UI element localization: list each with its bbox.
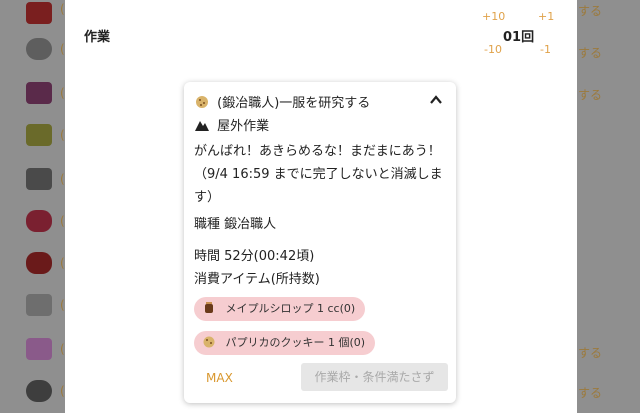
consumed-item-syrup: メイプルシロップ 1 cc(0): [194, 297, 366, 321]
bg-paren: (: [60, 172, 65, 186]
item-icon-helmet: [24, 36, 54, 62]
bg-paren: (: [60, 342, 65, 356]
minus-ten-button[interactable]: -10: [484, 43, 502, 56]
item-icon-plant-pot: [24, 122, 54, 148]
location-row: 屋外作業: [194, 115, 269, 134]
consumed-items-label: 消費アイテム(所持数): [194, 272, 320, 287]
mountain-icon: [195, 121, 209, 131]
bg-paren: (: [60, 86, 65, 100]
location-label: 屋外作業: [217, 119, 270, 134]
bg-paren: (: [60, 298, 65, 312]
task-title: (鍛冶職人)一服を研究する: [217, 96, 371, 111]
panel-title: 作業: [84, 30, 111, 45]
task-title-row: (鍛冶職人)一服を研究する: [194, 92, 370, 111]
item-icon-book: [24, 80, 54, 106]
repeat-count: 01回: [503, 30, 535, 45]
start-work-button[interactable]: 作業枠・条件満たさず: [301, 363, 448, 391]
cookie-icon: [196, 96, 208, 108]
background-right-column: する する する する する: [578, 0, 640, 413]
plus-ten-button[interactable]: +10: [482, 10, 505, 23]
bg-paren: (: [60, 2, 65, 16]
background-item-list: ( ( ( ( ( ( ( ( ( (: [0, 0, 70, 413]
consumed-item-cookie: パプリカのクッキー 1 個(0): [194, 331, 376, 355]
job-type: 職種 鍛冶職人: [194, 217, 277, 232]
item-icon-potion: [24, 208, 54, 234]
item-label: パプリカのクッキー 1 個(0): [225, 336, 366, 349]
bg-paren: (: [60, 256, 65, 270]
bg-paren: (: [60, 42, 65, 56]
item-icon-tomato: [24, 0, 54, 26]
item-label: メイプルシロップ 1 cc(0): [225, 302, 356, 315]
chevron-up-icon[interactable]: [428, 92, 444, 108]
item-icon-ring: [24, 378, 54, 404]
minus-one-button[interactable]: -1: [540, 43, 551, 56]
item-icon-furnace: [24, 166, 54, 192]
item-icon-soap: [24, 336, 54, 362]
bg-right-text: する: [578, 4, 603, 18]
bg-right-text: する: [578, 46, 603, 60]
bg-paren: (: [60, 128, 65, 142]
duration-text: 時間 52分(00:42頃): [194, 249, 315, 264]
bg-paren: (: [60, 214, 65, 228]
max-button[interactable]: MAX: [206, 371, 233, 385]
bg-right-text: する: [578, 88, 603, 102]
plus-one-button[interactable]: +1: [538, 10, 554, 23]
bg-paren: (: [60, 384, 65, 398]
bg-right-text: する: [578, 346, 603, 360]
warning-message: がんばれ！あきらめるな！まだまにあう！（9/4 16:59 までに完了しないと消…: [194, 144, 443, 205]
task-card: (鍛冶職人)一服を研究する 屋外作業 がんばれ！あきらめるな！まだまにあう！（9…: [184, 82, 456, 403]
syrup-jar-icon: [205, 302, 213, 313]
cookie-icon: [203, 336, 215, 348]
item-icon-barrel: [24, 292, 54, 318]
bg-right-text: する: [578, 386, 603, 400]
item-icon-berry: [24, 250, 54, 276]
